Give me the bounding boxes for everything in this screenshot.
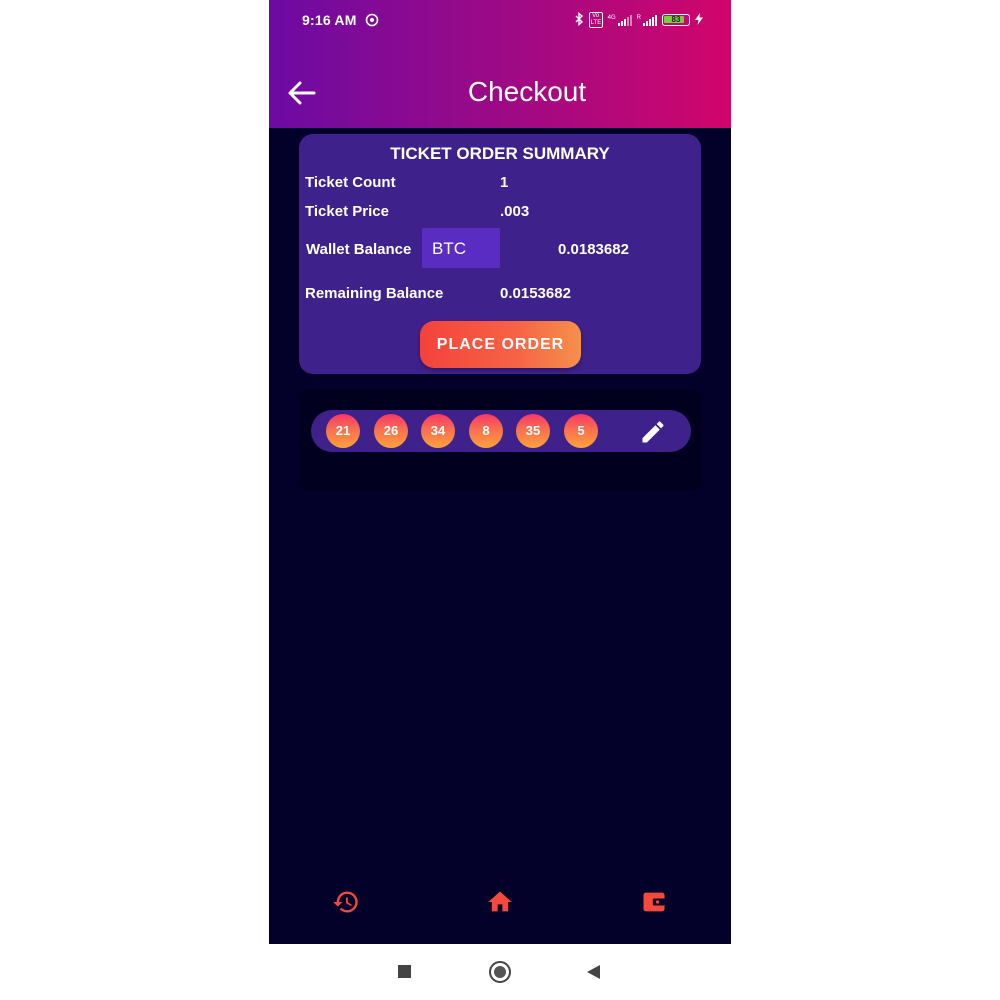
- back-triangle-icon[interactable]: [587, 965, 600, 979]
- recents-icon[interactable]: [398, 965, 411, 978]
- status-icons: Vo LTE 4G R 83: [574, 12, 703, 28]
- remaining-balance-label: Remaining Balance: [305, 285, 444, 302]
- signal-icon-1: 4G: [608, 14, 632, 26]
- wallet-balance-value: 0.0183682: [558, 241, 629, 258]
- remaining-balance-value: 0.0153682: [500, 285, 571, 302]
- status-bar: 9:16 AM Vo LTE 4G R 83: [269, 0, 731, 40]
- order-summary-card: TICKET ORDER SUMMARY Ticket Count 1 Tick…: [299, 134, 701, 374]
- home-icon[interactable]: [486, 888, 514, 921]
- ticket-count-value: 1: [500, 174, 509, 191]
- ticket-numbers-bar: 21 26 34 8 35 5: [311, 410, 691, 452]
- signal-icon-2: R: [637, 14, 657, 26]
- app-bar: 9:16 AM Vo LTE 4G R 83 Checkout: [269, 0, 731, 128]
- home-button-icon[interactable]: [489, 961, 511, 983]
- wallet-icon[interactable]: [640, 888, 668, 921]
- volte-icon: Vo LTE: [588, 12, 603, 28]
- charging-icon: [695, 13, 703, 27]
- phone-screen: 9:16 AM Vo LTE 4G R 83 Checkout TICKET O…: [269, 0, 731, 944]
- sync-icon: [365, 13, 379, 32]
- ticket-count-label: Ticket Count: [305, 174, 396, 191]
- ticket-price-value: .003: [500, 203, 530, 220]
- history-icon[interactable]: [332, 888, 360, 921]
- place-order-button[interactable]: PLACE ORDER: [420, 321, 581, 368]
- wallet-balance-label: Wallet Balance: [306, 241, 412, 258]
- ticket-number-ball: 8: [469, 414, 503, 448]
- ticket-numbers-area: 21 26 34 8 35 5: [299, 390, 701, 490]
- currency-selector[interactable]: BTC: [422, 228, 500, 268]
- page-title: Checkout: [467, 76, 587, 107]
- ticket-price-label: Ticket Price: [305, 203, 389, 220]
- ticket-number-ball: 21: [326, 414, 360, 448]
- battery-icon: 83: [662, 14, 690, 26]
- ticket-number-ball: 5: [564, 414, 598, 448]
- status-time: 9:16 AM: [302, 12, 357, 28]
- bluetooth-icon: [574, 12, 584, 28]
- edit-pencil-icon[interactable]: [639, 418, 667, 451]
- ticket-number-ball: 35: [516, 414, 550, 448]
- bottom-nav: [269, 880, 731, 926]
- ticket-number-ball: 26: [374, 414, 408, 448]
- summary-heading: TICKET ORDER SUMMARY: [390, 144, 610, 163]
- ticket-number-ball: 34: [421, 414, 455, 448]
